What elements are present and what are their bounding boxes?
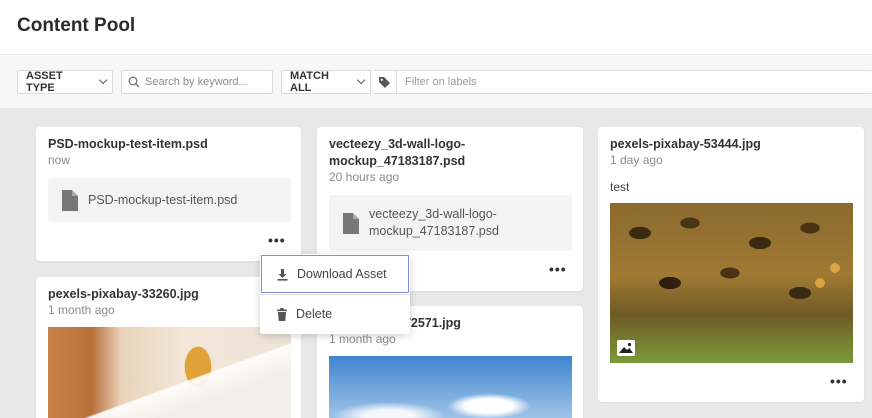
- card-timestamp: 20 hours ago: [329, 170, 400, 184]
- asset-type-label: ASSET TYPE: [26, 70, 63, 94]
- card-description: test: [610, 180, 630, 194]
- image-icon: [617, 340, 635, 356]
- more-options-button[interactable]: •••: [830, 373, 848, 389]
- labels-filter-input[interactable]: Filter on labels: [373, 70, 872, 94]
- download-asset-menu-item[interactable]: Download Asset: [260, 254, 410, 294]
- card-title: pexels-pixabay-53444.jpg: [610, 137, 761, 151]
- search-icon: [128, 76, 140, 88]
- menu-item-label: Delete: [296, 307, 333, 321]
- card-timestamp: 1 day ago: [610, 153, 663, 167]
- file-icon: [343, 212, 359, 234]
- asset-context-menu: Download Asset Delete: [260, 254, 410, 334]
- asset-grid: PSD-mockup-test-item.psd now PSD-mockup-…: [0, 108, 872, 418]
- card-timestamp: now: [48, 153, 71, 167]
- card-timestamp: 1 month ago: [329, 332, 396, 346]
- chevron-down-icon: [357, 75, 366, 85]
- asset-type-dropdown[interactable]: ASSET TYPE: [17, 70, 113, 94]
- card-timestamp: 1 month ago: [48, 303, 115, 317]
- download-icon: [277, 268, 288, 281]
- card-title: vecteezy_3d-wall-logo- mockup_47183187.p…: [329, 137, 466, 168]
- card-title: PSD-mockup-test-item.psd: [48, 137, 208, 151]
- more-options-button[interactable]: •••: [268, 232, 286, 248]
- file-icon: [62, 189, 78, 211]
- page-title: Content Pool: [17, 15, 136, 36]
- match-all-label: MATCH ALL: [290, 70, 329, 94]
- page-header: Content Pool: [0, 0, 872, 54]
- asset-thumbnail-image[interactable]: [610, 203, 853, 363]
- menu-item-label: Download Asset: [297, 267, 387, 281]
- chevron-down-icon: [99, 75, 108, 85]
- asset-card[interactable]: pexels-pixabay-53444.jpg 1 day ago test …: [598, 127, 864, 402]
- file-preview[interactable]: vecteezy_3d-wall-logo- mockup_47183187.p…: [329, 195, 572, 251]
- trash-icon: [277, 307, 287, 321]
- asset-thumbnail-image[interactable]: [48, 327, 291, 418]
- more-options-button[interactable]: •••: [549, 261, 567, 277]
- search-input[interactable]: Search by keyword...: [121, 70, 273, 94]
- asset-thumbnail-image[interactable]: [329, 356, 572, 418]
- asset-card[interactable]: PSD-mockup-test-item.psd now PSD-mockup-…: [36, 127, 301, 261]
- delete-menu-item[interactable]: Delete: [260, 294, 410, 334]
- search-placeholder: Search by keyword...: [145, 76, 248, 88]
- file-name: PSD-mockup-test-item.psd: [88, 192, 238, 207]
- tag-icon: [373, 71, 397, 93]
- labels-placeholder: Filter on labels: [405, 76, 477, 88]
- card-title: pexels-pixabay-33260.jpg: [48, 287, 199, 301]
- file-preview[interactable]: PSD-mockup-test-item.psd: [48, 178, 291, 222]
- file-name: vecteezy_3d-wall-logo- mockup_47183187.p…: [369, 207, 499, 238]
- filter-bar: ASSET TYPE Search by keyword... MATCH AL…: [0, 54, 872, 108]
- match-all-dropdown[interactable]: MATCH ALL: [281, 70, 371, 94]
